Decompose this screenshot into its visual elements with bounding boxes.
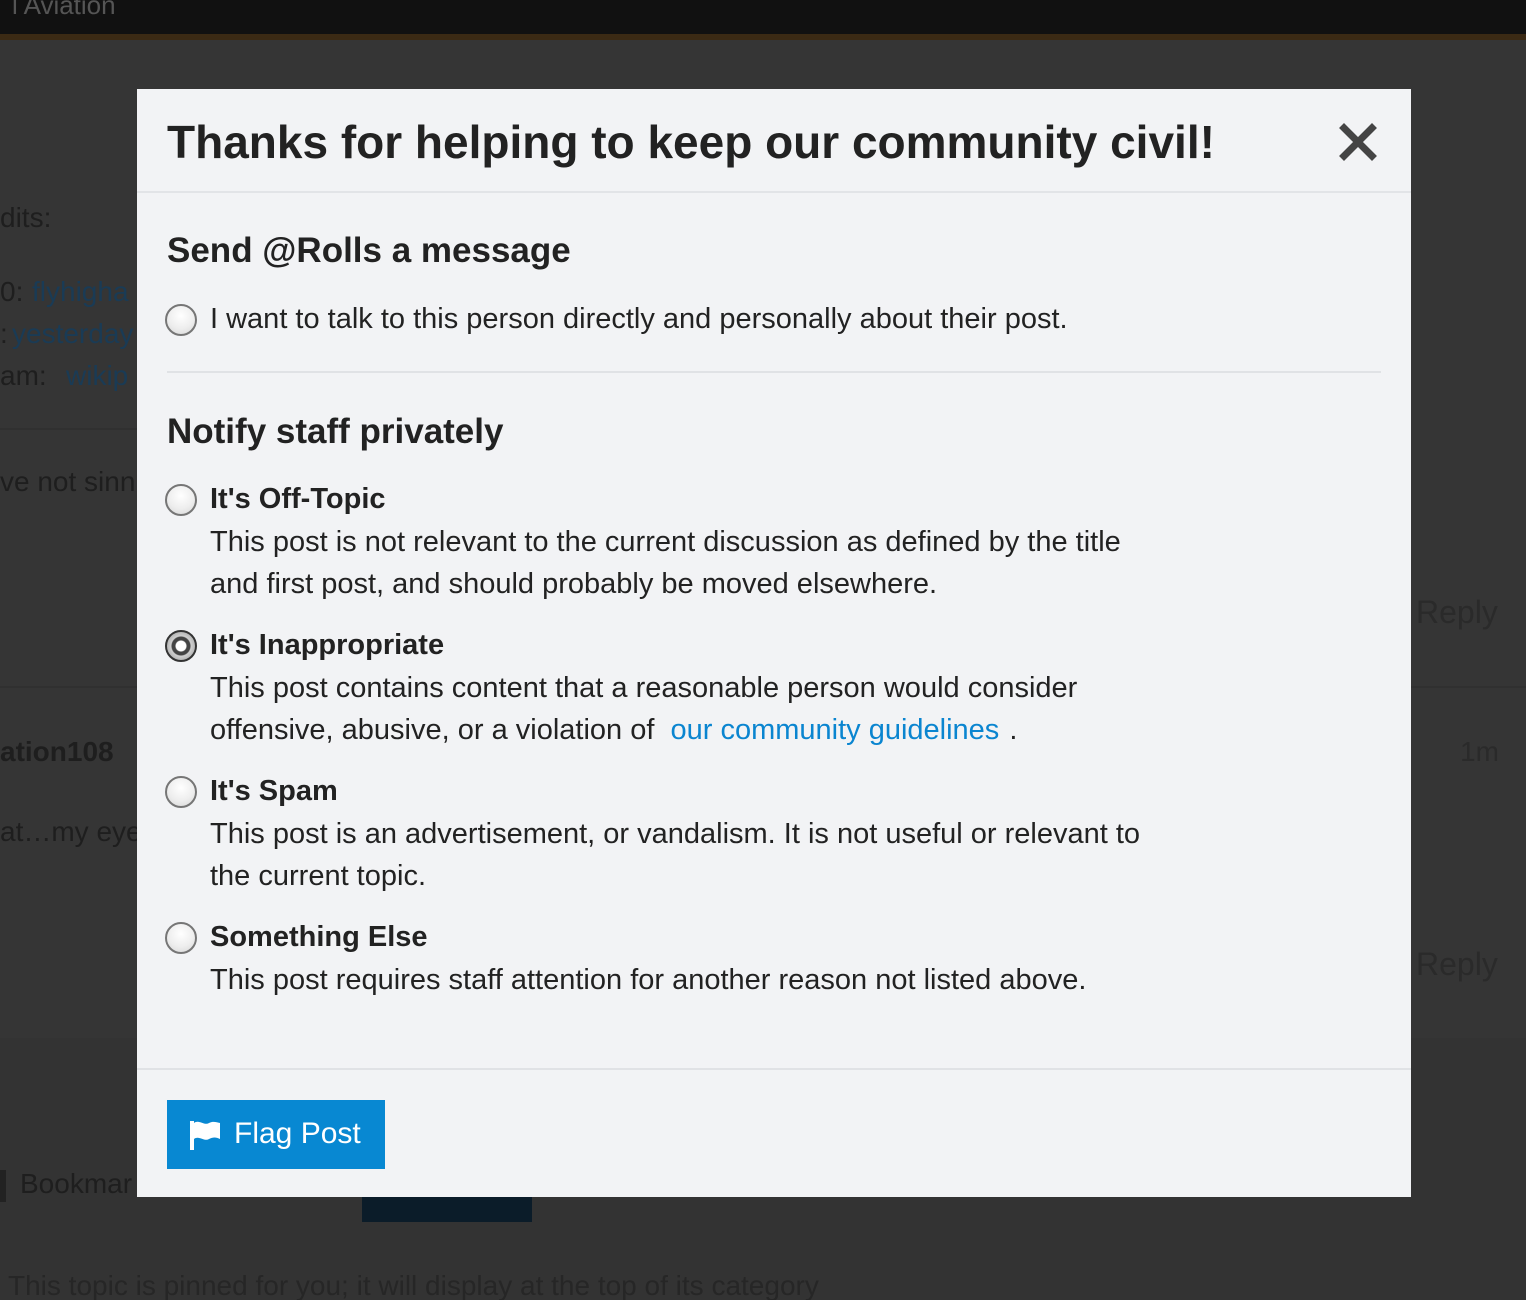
off-topic-description: This post is not relevant to the current… xyxy=(210,521,1121,605)
edit-row-link[interactable]: wikip xyxy=(66,360,128,392)
edit-row-link[interactable]: yesterday xyxy=(12,318,133,350)
description-text: offensive, abusive, or a violation of xyxy=(210,714,655,746)
inappropriate-radio[interactable] xyxy=(165,630,197,662)
description-line: This post requires staff attention for a… xyxy=(210,964,1087,996)
flag-post-button[interactable]: Flag Post xyxy=(167,1100,385,1169)
description-line: This post is not relevant to the current… xyxy=(210,526,1121,558)
spam-description: This post is an advertisement, or vandal… xyxy=(210,813,1140,897)
something-else-label[interactable]: Something Else xyxy=(210,921,428,954)
bookmark-button[interactable]: Bookmar xyxy=(20,1168,132,1200)
off-topic-label[interactable]: It's Off-Topic xyxy=(210,483,386,516)
edit-row-prefix: : xyxy=(0,318,8,349)
section-title-staff: Notify staff privately xyxy=(167,412,504,451)
description-line: This post contains content that a reason… xyxy=(210,672,1078,704)
inappropriate-description: This post contains content that a reason… xyxy=(210,667,1077,751)
site-title[interactable]: l Aviation xyxy=(12,0,116,21)
modal-header: Thanks for helping to keep our community… xyxy=(137,89,1411,193)
description-line: and first post, and should probably be m… xyxy=(210,568,938,600)
community-guidelines-link[interactable]: our community guidelines xyxy=(670,714,999,746)
post-excerpt: at…my eye xyxy=(0,816,142,847)
spam-radio[interactable] xyxy=(165,776,197,808)
something-else-description: This post requires staff attention for a… xyxy=(210,959,1086,1001)
description-line: offensive, abusive, or a violation of ou… xyxy=(210,709,1077,751)
section-divider xyxy=(167,371,1381,373)
site-header: l Aviation xyxy=(0,0,1526,34)
edits-label: dits: xyxy=(0,202,52,233)
edit-row-link[interactable]: flyhigha xyxy=(32,276,129,308)
modal-title: Thanks for helping to keep our community… xyxy=(167,116,1215,168)
off-topic-radio[interactable] xyxy=(165,484,197,516)
flag-post-label: Flag Post xyxy=(234,1117,361,1150)
edit-row-prefix: am: xyxy=(0,360,47,391)
something-else-radio[interactable] xyxy=(165,922,197,954)
reply-button[interactable]: Reply xyxy=(1416,946,1498,983)
message-user-radio[interactable] xyxy=(165,304,197,336)
pinned-notice: This topic is pinned for you; it will di… xyxy=(8,1270,819,1300)
message-user-option-label[interactable]: I want to talk to this person directly a… xyxy=(210,303,1068,336)
flag-post-modal: Thanks for helping to keep our community… xyxy=(137,89,1411,1197)
modal-footer: Flag Post xyxy=(137,1068,1411,1197)
post-divider xyxy=(0,428,137,430)
description-text: . xyxy=(1009,714,1018,746)
post-time: 1m xyxy=(1460,736,1499,767)
description-line: This post is an advertisement, or vandal… xyxy=(210,818,1141,850)
description-line: the current topic. xyxy=(210,860,426,892)
bookmark-icon xyxy=(0,1170,6,1202)
flag-icon xyxy=(189,1119,221,1151)
edit-row-prefix: 0: xyxy=(0,276,24,307)
reply-topic-button[interactable] xyxy=(362,1196,532,1222)
spam-label[interactable]: It's Spam xyxy=(210,775,338,808)
close-icon[interactable] xyxy=(1337,121,1379,163)
post-excerpt: ve not sinn xyxy=(0,466,136,497)
section-title-message: Send @Rolls a message xyxy=(167,231,571,270)
post-username[interactable]: ation108 xyxy=(0,736,114,768)
reply-button[interactable]: Reply xyxy=(1416,594,1498,631)
inappropriate-label[interactable]: It's Inappropriate xyxy=(210,629,444,662)
